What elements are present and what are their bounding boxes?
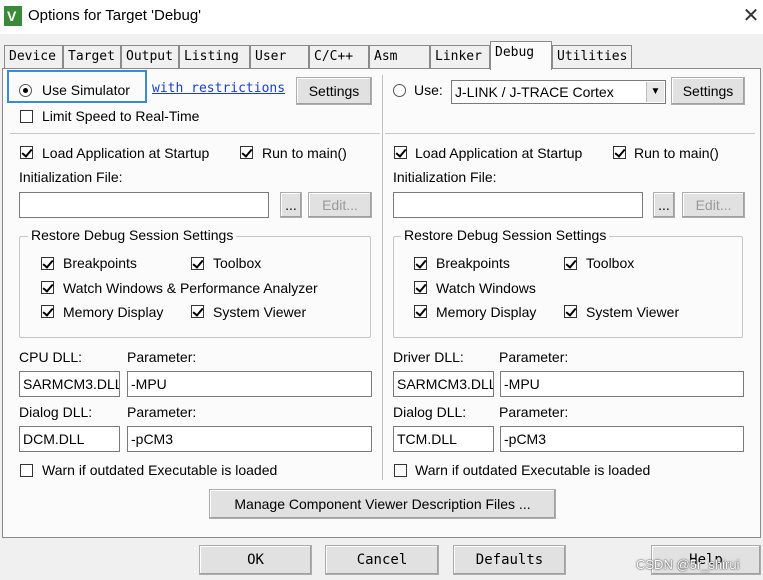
cpu-dll-input[interactable]: SARMCM3.DLL [19,371,120,397]
tab-output[interactable]: Output [121,45,179,68]
tab-debug[interactable]: Debug [490,41,552,70]
left-watch-windows-label: Watch Windows & Performance Analyzer [63,280,318,296]
left-memory-display-label: Memory Display [63,304,164,320]
tab-asm[interactable]: Asm [369,45,430,68]
left-run-to-main-checkbox[interactable] [240,146,253,159]
right-dialog-dll-label: Dialog DLL: [393,404,467,420]
left-system-viewer-checkbox[interactable] [191,305,204,318]
cpu-param-label: Parameter: [127,349,197,365]
close-icon[interactable]: ✕ [738,3,763,29]
use-simulator-radio[interactable] [19,84,32,97]
tab-linker[interactable]: Linker [430,45,490,68]
driver-dll-label: Driver DLL: [393,349,464,365]
column-separator [382,75,383,480]
app-icon: V [4,6,22,26]
right-breakpoints-label: Breakpoints [436,255,510,271]
left-edit-button[interactable]: Edit... [308,192,372,218]
left-load-app-label: Load Application at Startup [42,145,210,161]
left-dialog-dll-input[interactable]: DCM.DLL [19,426,120,452]
limit-speed-label: Limit Speed to Real-Time [42,108,200,124]
right-watch-windows-checkbox[interactable] [414,281,427,294]
left-restore-group-title: Restore Debug Session Settings [28,227,237,243]
simulator-settings-button[interactable]: Settings [296,77,372,105]
tab-device[interactable]: Device [4,45,63,68]
driver-settings-button[interactable]: Settings [671,77,745,105]
tab-listing[interactable]: Listing [179,45,250,68]
driver-param-label: Parameter: [499,349,569,365]
left-breakpoints-label: Breakpoints [63,255,137,271]
right-memory-display-label: Memory Display [436,304,537,320]
cpu-dll-label: CPU DLL: [19,349,83,365]
use-simulator-label: Use Simulator [42,82,130,98]
right-breakpoints-checkbox[interactable] [414,257,427,270]
ok-button[interactable]: OK [199,545,312,575]
right-load-app-label: Load Application at Startup [415,145,583,161]
driver-param-input[interactable]: -MPU [500,371,744,397]
tab-user[interactable]: User [250,45,309,68]
use-driver-radio[interactable] [393,84,406,97]
title-bar: V Options for Target 'Debug' ✕ [0,0,763,34]
driver-dll-input[interactable]: SARMCM3.DLL [393,371,494,397]
right-dialog-param-label: Parameter: [499,404,569,420]
tab-utilities[interactable]: Utilities [552,45,632,68]
right-init-file-label: Initialization File: [393,169,497,185]
right-edit-button[interactable]: Edit... [682,192,745,218]
window-title: Options for Target 'Debug' [28,7,202,24]
left-toolbox-checkbox[interactable] [191,257,204,270]
right-toolbox-checkbox[interactable] [564,257,577,270]
right-init-file-input[interactable] [393,192,643,218]
right-warn-outdated-checkbox[interactable] [394,464,407,477]
right-run-to-main-label: Run to main() [634,145,719,161]
right-warn-outdated-label: Warn if outdated Executable is loaded [415,462,651,478]
left-dialog-param-label: Parameter: [127,404,197,420]
left-memory-display-checkbox[interactable] [41,305,54,318]
left-dialog-dll-label: Dialog DLL: [19,404,93,420]
watermark: CSDN @5r_shirui [636,557,740,572]
left-watch-windows-checkbox[interactable] [41,281,54,294]
left-warn-outdated-checkbox[interactable] [20,464,33,477]
left-init-file-label: Initialization File: [19,169,123,185]
left-init-file-input[interactable] [19,192,269,218]
with-restrictions-link[interactable]: with restrictions [152,81,285,96]
left-toolbox-label: Toolbox [213,255,262,271]
left-system-viewer-label: System Viewer [213,304,307,320]
driver-select[interactable]: J-LINK / J-TRACE Cortex ▼ [451,80,666,104]
left-breakpoints-checkbox[interactable] [41,257,54,270]
use-driver-label: Use: [414,82,443,98]
tab-cpp[interactable]: C/C++ [309,45,369,68]
cpu-param-input[interactable]: -MPU [127,371,372,397]
right-run-to-main-checkbox[interactable] [613,146,626,159]
limit-speed-checkbox[interactable] [20,110,33,123]
right-toolbox-label: Toolbox [586,255,635,271]
manage-component-viewer-button[interactable]: Manage Component Viewer Description File… [209,489,556,519]
right-watch-windows-label: Watch Windows [436,280,536,296]
left-run-to-main-label: Run to main() [262,145,347,161]
right-divider [385,133,755,134]
right-dialog-dll-input[interactable]: TCM.DLL [393,426,494,452]
right-memory-display-checkbox[interactable] [414,305,427,318]
defaults-button[interactable]: Defaults [453,545,566,575]
right-browse-button[interactable]: ... [653,192,675,218]
right-load-app-checkbox[interactable] [394,146,407,159]
right-system-viewer-checkbox[interactable] [564,305,577,318]
left-load-app-checkbox[interactable] [20,146,33,159]
tab-target[interactable]: Target [63,45,121,68]
left-dialog-param-input[interactable]: -pCM3 [127,426,372,452]
left-browse-button[interactable]: ... [280,192,302,218]
left-warn-outdated-label: Warn if outdated Executable is loaded [42,462,278,478]
svg-text:V: V [7,8,17,24]
cancel-button[interactable]: Cancel [325,545,439,575]
right-dialog-param-input[interactable]: -pCM3 [500,426,744,452]
chevron-down-icon[interactable]: ▼ [646,82,664,102]
driver-select-value: J-LINK / J-TRACE Cortex [455,84,614,100]
right-system-viewer-label: System Viewer [586,304,680,320]
left-divider [10,133,380,134]
right-restore-group-title: Restore Debug Session Settings [401,227,610,243]
